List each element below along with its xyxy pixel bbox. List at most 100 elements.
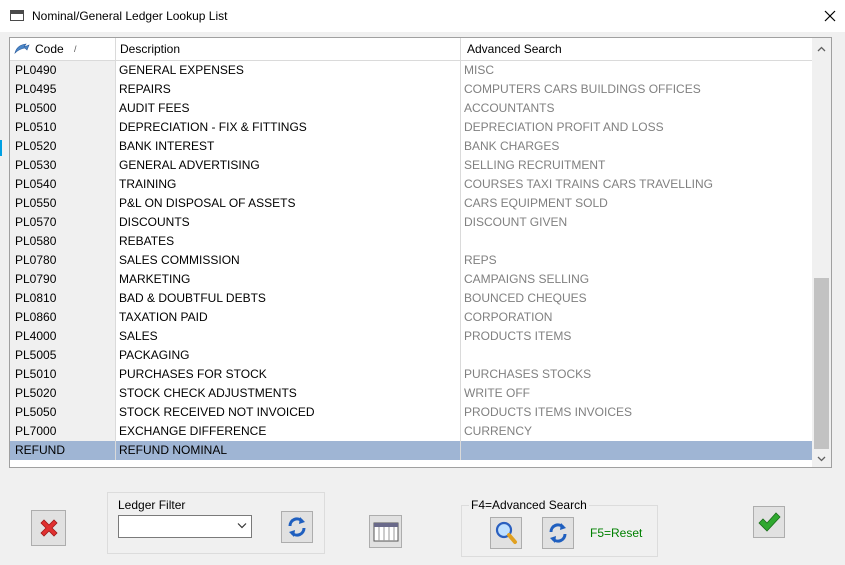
advanced-search-cell xyxy=(461,441,812,460)
code-cell: PL0490 xyxy=(10,61,116,80)
table-row[interactable]: PL0500 AUDIT FEES ACCOUNTANTS xyxy=(10,99,812,118)
code-cell: PL5020 xyxy=(10,384,116,403)
table-row[interactable]: PL0810 BAD & DOUBTFUL DEBTS BOUNCED CHEQUE… xyxy=(10,289,812,308)
chevron-up-icon xyxy=(817,46,826,51)
ledger-filter-label: Ledger Filter xyxy=(118,498,186,512)
code-cell: PL5005 xyxy=(10,346,116,365)
advanced-search-cell: REPS xyxy=(464,253,497,267)
description-cell: P&L ON DISPOSAL OF ASSETS xyxy=(116,194,461,213)
chevron-down-icon xyxy=(817,456,826,461)
description-cell: AUDIT FEES xyxy=(116,99,461,118)
advanced-search-cell: SELLING RECRUITMENT xyxy=(464,158,606,172)
description-cell: EXCHANGE DIFFERENCE xyxy=(116,422,461,441)
advanced-search-cell: PRODUCTS ITEMS xyxy=(464,329,572,343)
advanced-search-cell: DEPRECIATION PROFIT AND LOSS xyxy=(464,120,664,134)
table-row[interactable]: PL5020 STOCK CHECK ADJUSTMENTS WRITE OFF xyxy=(10,384,812,403)
table-row[interactable]: PL5010 PURCHASES FOR STOCK PURCHASES STOCK… xyxy=(10,365,812,384)
code-cell: PL0530 xyxy=(10,156,116,175)
table-row[interactable]: PL5050 STOCK RECEIVED NOT INVOICED PRODUCT… xyxy=(10,403,812,422)
cancel-x-icon xyxy=(39,519,58,537)
advanced-search-cell: CARS EQUIPMENT SOLD xyxy=(464,196,608,210)
code-cell: REFUND xyxy=(10,441,116,460)
table-row[interactable]: PL4000 SALES PRODUCTS ITEMS xyxy=(10,327,812,346)
description-cell: GENERAL EXPENSES xyxy=(116,61,461,80)
description-cell: STOCK RECEIVED NOT INVOICED xyxy=(116,403,461,422)
sort-indicator: / xyxy=(74,44,77,54)
table-row[interactable]: PL0520 BANK INTEREST BANK CHARGES xyxy=(10,137,812,156)
advanced-search-cell: BOUNCED CHEQUES xyxy=(464,291,587,305)
column-header-code-label: Code xyxy=(35,42,64,56)
code-cell: PL0520 xyxy=(10,137,116,156)
column-chooser-icon[interactable] xyxy=(14,42,30,56)
code-cell: PL0790 xyxy=(10,270,116,289)
description-cell: SALES COMMISSION xyxy=(116,251,461,270)
description-cell: PACKAGING xyxy=(116,346,461,365)
column-header-code[interactable]: Code / xyxy=(10,38,116,60)
column-header-advanced-search[interactable]: Advanced Search xyxy=(461,38,812,60)
chevron-down-icon xyxy=(237,523,247,529)
grid-header: Code / Description Advanced Search xyxy=(10,38,812,61)
description-cell: DISCOUNTS xyxy=(116,213,461,232)
scrollbar-thumb[interactable] xyxy=(814,278,829,449)
code-cell: PL0810 xyxy=(10,289,116,308)
advanced-search-label: F4=Advanced Search xyxy=(469,498,589,512)
column-layout-button[interactable] xyxy=(369,515,402,548)
code-cell: PL5050 xyxy=(10,403,116,422)
table-row[interactable]: PL0860 TAXATION PAID CORPORATION xyxy=(10,308,812,327)
advanced-search-cell: PRODUCTS ITEMS INVOICES xyxy=(464,405,633,419)
description-cell: REFUND NOMINAL xyxy=(116,441,461,460)
description-cell: DEPRECIATION - FIX & FITTINGS xyxy=(116,118,461,137)
title-bar: Nominal/General Ledger Lookup List xyxy=(0,0,845,32)
table-row[interactable]: PL0540 TRAINING COURSES TAXI TRAINS CARS T… xyxy=(10,175,812,194)
advanced-search-cell: COURSES TAXI TRAINS CARS TRAVELLING xyxy=(464,177,713,191)
code-cell: PL7000 xyxy=(10,422,116,441)
table-row[interactable]: PL0550 P&L ON DISPOSAL OF ASSETS CARS EQUI… xyxy=(10,194,812,213)
table-row[interactable]: PL0790 MARKETING CAMPAIGNS SELLING xyxy=(10,270,812,289)
table-row[interactable]: PL0580 REBATES xyxy=(10,232,812,251)
columns-icon xyxy=(373,522,398,541)
ledger-filter-select[interactable] xyxy=(118,515,252,538)
grid-rows: PL0490 GENERAL EXPENSES MISC PL0495 REPAIRS C… xyxy=(10,61,812,460)
code-cell: PL0500 xyxy=(10,99,116,118)
description-cell: REBATES xyxy=(116,232,461,251)
code-cell: PL0540 xyxy=(10,175,116,194)
table-row[interactable]: PL7000 EXCHANGE DIFFERENCE CURRENCY xyxy=(10,422,812,441)
refresh-icon xyxy=(549,523,567,543)
ok-button[interactable] xyxy=(753,506,785,538)
scroll-down-button[interactable] xyxy=(812,450,831,467)
code-cell: PL0780 xyxy=(10,251,116,270)
description-cell: TAXATION PAID xyxy=(116,308,461,327)
advanced-search-cell: BANK CHARGES xyxy=(464,139,560,153)
table-row[interactable]: PL0490 GENERAL EXPENSES MISC xyxy=(10,61,812,80)
table-row[interactable]: PL0570 DISCOUNTS DISCOUNT GIVEN xyxy=(10,213,812,232)
vertical-scrollbar[interactable] xyxy=(812,38,831,467)
scroll-up-button[interactable] xyxy=(812,40,831,57)
table-row[interactable]: PL0530 GENERAL ADVERTISING SELLING RECRUIT… xyxy=(10,156,812,175)
ledger-grid[interactable]: Code / Description Advanced Search PL049… xyxy=(9,37,832,468)
window-title: Nominal/General Ledger Lookup List xyxy=(32,9,228,23)
table-row[interactable]: PL5005 PACKAGING xyxy=(10,346,812,365)
code-cell: PL0580 xyxy=(10,232,116,251)
advanced-search-cell: COMPUTERS CARS BUILDINGS OFFICES xyxy=(464,82,701,96)
table-row[interactable]: PL0495 REPAIRS COMPUTERS CARS BUILDINGS OF… xyxy=(10,80,812,99)
app-window-icon xyxy=(10,10,24,21)
description-cell: REPAIRS xyxy=(116,80,461,99)
table-row[interactable]: PL0510 DEPRECIATION - FIX & FITTINGS DEPRE… xyxy=(10,118,812,137)
refresh-filter-button[interactable] xyxy=(281,511,313,543)
close-button[interactable] xyxy=(816,4,844,28)
reset-search-button[interactable] xyxy=(542,517,574,549)
code-cell: PL0510 xyxy=(10,118,116,137)
description-cell: BANK INTEREST xyxy=(116,137,461,156)
advanced-search-button[interactable] xyxy=(490,517,522,549)
code-cell: PL0495 xyxy=(10,80,116,99)
advanced-search-cell: PURCHASES STOCKS xyxy=(464,367,592,381)
table-row[interactable]: REFUND REFUND NOMINAL xyxy=(10,441,812,460)
checkmark-icon xyxy=(758,512,781,532)
code-cell: PL4000 xyxy=(10,327,116,346)
column-header-description[interactable]: Description xyxy=(116,38,461,60)
advanced-search-cell: CORPORATION xyxy=(464,310,553,324)
table-row[interactable]: PL0780 SALES COMMISSION REPS xyxy=(10,251,812,270)
advanced-search-cell xyxy=(461,346,812,365)
window-edge-accent xyxy=(0,140,2,156)
cancel-button[interactable] xyxy=(31,510,66,546)
